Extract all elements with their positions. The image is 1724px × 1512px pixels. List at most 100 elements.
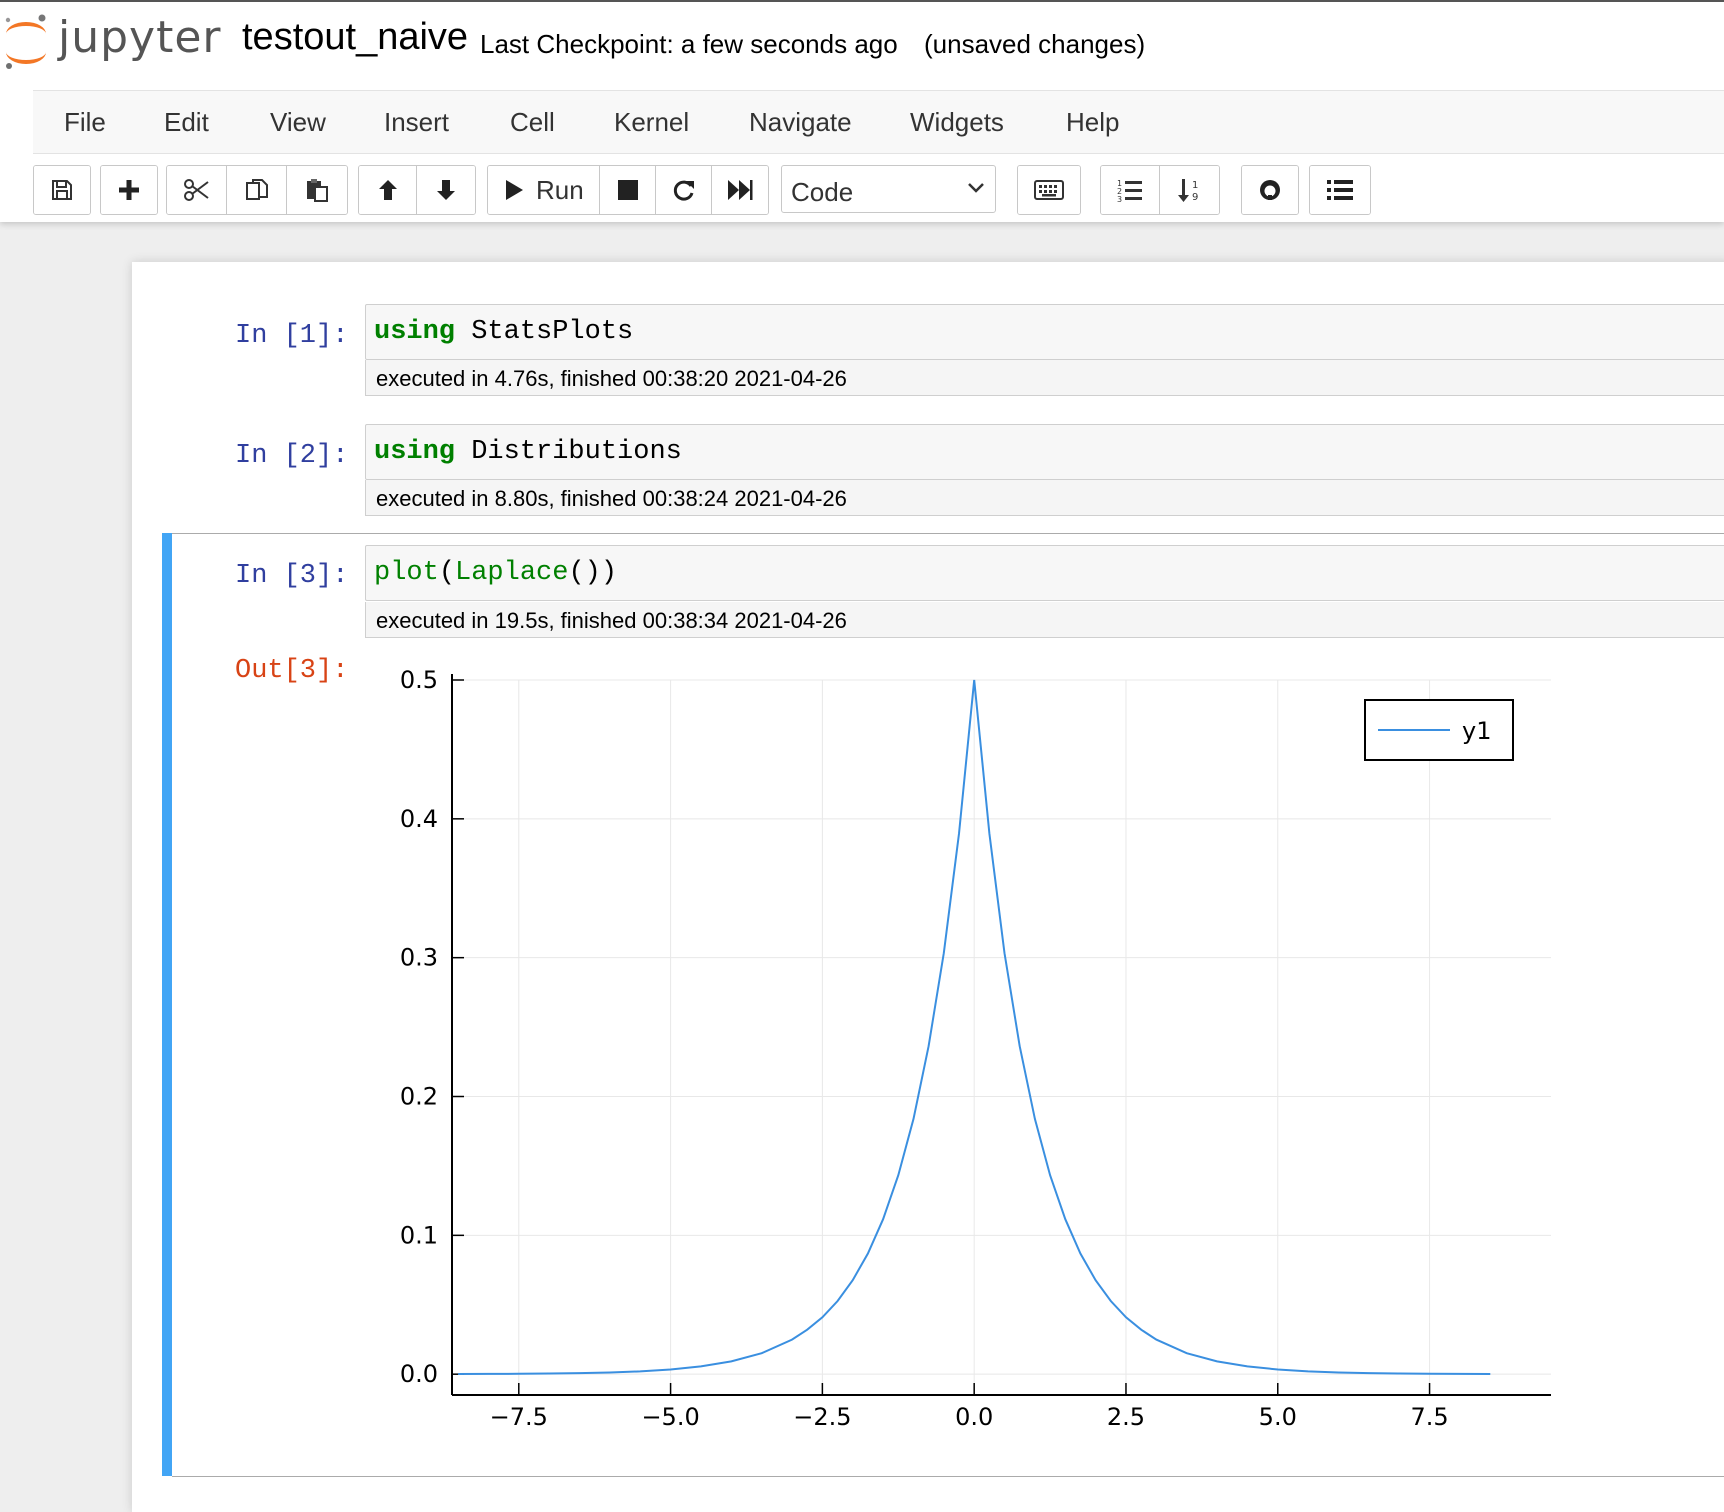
copy-icon bbox=[245, 179, 268, 200]
menu-widgets[interactable]: Widgets bbox=[910, 107, 1004, 138]
cell-1-input[interactable]: using StatsPlots bbox=[365, 304, 1724, 360]
top-border bbox=[0, 0, 1724, 2]
cell-2-prompt: In [2]: bbox=[235, 441, 349, 471]
run-button[interactable]: Run bbox=[488, 166, 600, 214]
insert-group bbox=[100, 165, 158, 215]
paste-button[interactable] bbox=[287, 166, 347, 214]
y-tick-label: 0.1 bbox=[400, 1221, 438, 1249]
code-paren-open: ( bbox=[438, 558, 456, 588]
interrupt-button[interactable] bbox=[600, 166, 656, 214]
chevron-down-icon bbox=[968, 183, 984, 193]
notebook-header: jupyter testout_naive Last Checkpoint: a… bbox=[0, 0, 1724, 222]
menu-file[interactable]: File bbox=[64, 107, 106, 138]
insert-cell-button[interactable] bbox=[101, 166, 157, 214]
save-group bbox=[33, 165, 91, 215]
github-group bbox=[1241, 165, 1299, 215]
x-tick-label: −2.5 bbox=[793, 1403, 851, 1431]
restart-button[interactable] bbox=[656, 166, 712, 214]
cut-button[interactable] bbox=[167, 166, 227, 214]
menu-help[interactable]: Help bbox=[1066, 107, 1119, 138]
menu-view[interactable]: View bbox=[270, 107, 326, 138]
paste-icon bbox=[307, 179, 328, 202]
menu-navigate[interactable]: Navigate bbox=[749, 107, 852, 138]
save-button[interactable] bbox=[34, 166, 90, 214]
code-keyword: using bbox=[374, 437, 456, 467]
list-icon bbox=[1327, 180, 1353, 200]
play-icon bbox=[506, 180, 523, 200]
cell-1-exec-info: executed in 4.76s, finished 00:38:20 202… bbox=[365, 360, 1724, 396]
menu-edit[interactable]: Edit bbox=[164, 107, 209, 138]
laplace-plot: −7.5 −5.0 −2.5 0.0 2.5 5.0 7.5 0.0 0.1 0.2 0.3 0.4 0… bbox=[400, 666, 1551, 1431]
y-tick-label: 0.3 bbox=[400, 944, 438, 972]
move-up-button[interactable] bbox=[359, 166, 417, 214]
cell-2-input[interactable]: using Distributions bbox=[365, 424, 1724, 480]
cell-type-value: Code bbox=[791, 177, 854, 207]
code-function: plot bbox=[374, 558, 439, 588]
cell-1-prompt: In [1]: bbox=[235, 321, 349, 351]
fast-forward-icon bbox=[728, 180, 753, 200]
move-group bbox=[358, 165, 476, 215]
cell-3-code: plot(Laplace()) bbox=[374, 558, 617, 588]
cell-3-input[interactable]: plot(Laplace()) bbox=[365, 545, 1724, 601]
code-module: Distributions bbox=[471, 437, 682, 467]
svg-text:9: 9 bbox=[1192, 192, 1198, 203]
cell-type-select[interactable]: Code bbox=[781, 165, 996, 213]
x-tick-label: 2.5 bbox=[1107, 1403, 1145, 1431]
plus-icon bbox=[119, 180, 139, 200]
code-paren-close: ()) bbox=[568, 558, 618, 588]
stop-icon bbox=[617, 180, 638, 200]
run-group: Run bbox=[487, 165, 769, 215]
code-module: StatsPlots bbox=[471, 317, 634, 347]
x-tick-label: 7.5 bbox=[1410, 1403, 1448, 1431]
jupyter-wordmark[interactable]: jupyter bbox=[58, 12, 222, 63]
cell-3-out-prompt: Out[3]: bbox=[235, 656, 349, 686]
github-button[interactable] bbox=[1242, 166, 1298, 214]
menu-kernel[interactable]: Kernel bbox=[614, 107, 689, 138]
cell-2-exec-info: executed in 8.80s, finished 00:38:24 202… bbox=[365, 480, 1724, 516]
sort-button[interactable]: 19 bbox=[1160, 166, 1219, 214]
run-label: Run bbox=[536, 174, 584, 205]
menu-insert[interactable]: Insert bbox=[384, 107, 449, 138]
cell-3-prompt: In [3]: bbox=[235, 561, 349, 591]
y-tick-label: 0.2 bbox=[400, 1083, 438, 1111]
toc-group bbox=[1309, 165, 1371, 215]
copy-button[interactable] bbox=[227, 166, 287, 214]
arrow-up-icon bbox=[378, 180, 397, 200]
x-tick-label: −7.5 bbox=[490, 1403, 548, 1431]
x-tick-label: 5.0 bbox=[1259, 1403, 1297, 1431]
table-of-contents-button[interactable] bbox=[1310, 166, 1370, 214]
keyboard-icon bbox=[1034, 180, 1064, 200]
cell-3-exec-info: executed in 19.5s, finished 00:38:34 202… bbox=[365, 602, 1724, 638]
move-down-button[interactable] bbox=[417, 166, 475, 214]
arrow-down-icon bbox=[437, 180, 455, 200]
code-keyword: using bbox=[374, 317, 456, 347]
restart-icon bbox=[673, 180, 694, 201]
x-tick-label: −5.0 bbox=[641, 1403, 699, 1431]
legend-label: y1 bbox=[1462, 717, 1491, 745]
sort-numeric-icon: 19 bbox=[1177, 179, 1198, 203]
github-icon bbox=[1260, 180, 1280, 200]
shortcuts-group bbox=[1017, 165, 1081, 215]
svg-text:1: 1 bbox=[1192, 180, 1198, 191]
numbered-list-icon: 123 bbox=[1117, 179, 1142, 202]
numbered-headings-button[interactable]: 123 bbox=[1101, 166, 1160, 214]
cell-1-code: using StatsPlots bbox=[374, 317, 633, 347]
save-icon bbox=[52, 180, 72, 200]
menu-cell[interactable]: Cell bbox=[510, 107, 555, 138]
y-tick-label: 0.4 bbox=[400, 805, 438, 833]
code-constructor: Laplace bbox=[455, 558, 569, 588]
jupyter-logo-icon[interactable] bbox=[2, 12, 50, 70]
restart-run-all-button[interactable] bbox=[712, 166, 768, 214]
clipboard-group bbox=[166, 165, 348, 215]
y-tick-label: 0.0 bbox=[400, 1360, 438, 1388]
svg-text:3: 3 bbox=[1117, 195, 1122, 202]
unsaved-changes-indicator: (unsaved changes) bbox=[924, 29, 1146, 59]
command-palette-button[interactable] bbox=[1018, 166, 1080, 214]
menu-bar: File Edit View Insert Cell Kernel Naviga… bbox=[33, 90, 1724, 154]
selected-cell-indicator bbox=[162, 533, 172, 1476]
checkpoint-status: Last Checkpoint: a few seconds ago bbox=[480, 29, 898, 59]
nbextension-group: 123 19 bbox=[1100, 165, 1220, 215]
y-tick-label: 0.5 bbox=[400, 666, 438, 694]
x-tick-label: 0.0 bbox=[955, 1403, 993, 1431]
notebook-name[interactable]: testout_naive bbox=[242, 16, 468, 59]
